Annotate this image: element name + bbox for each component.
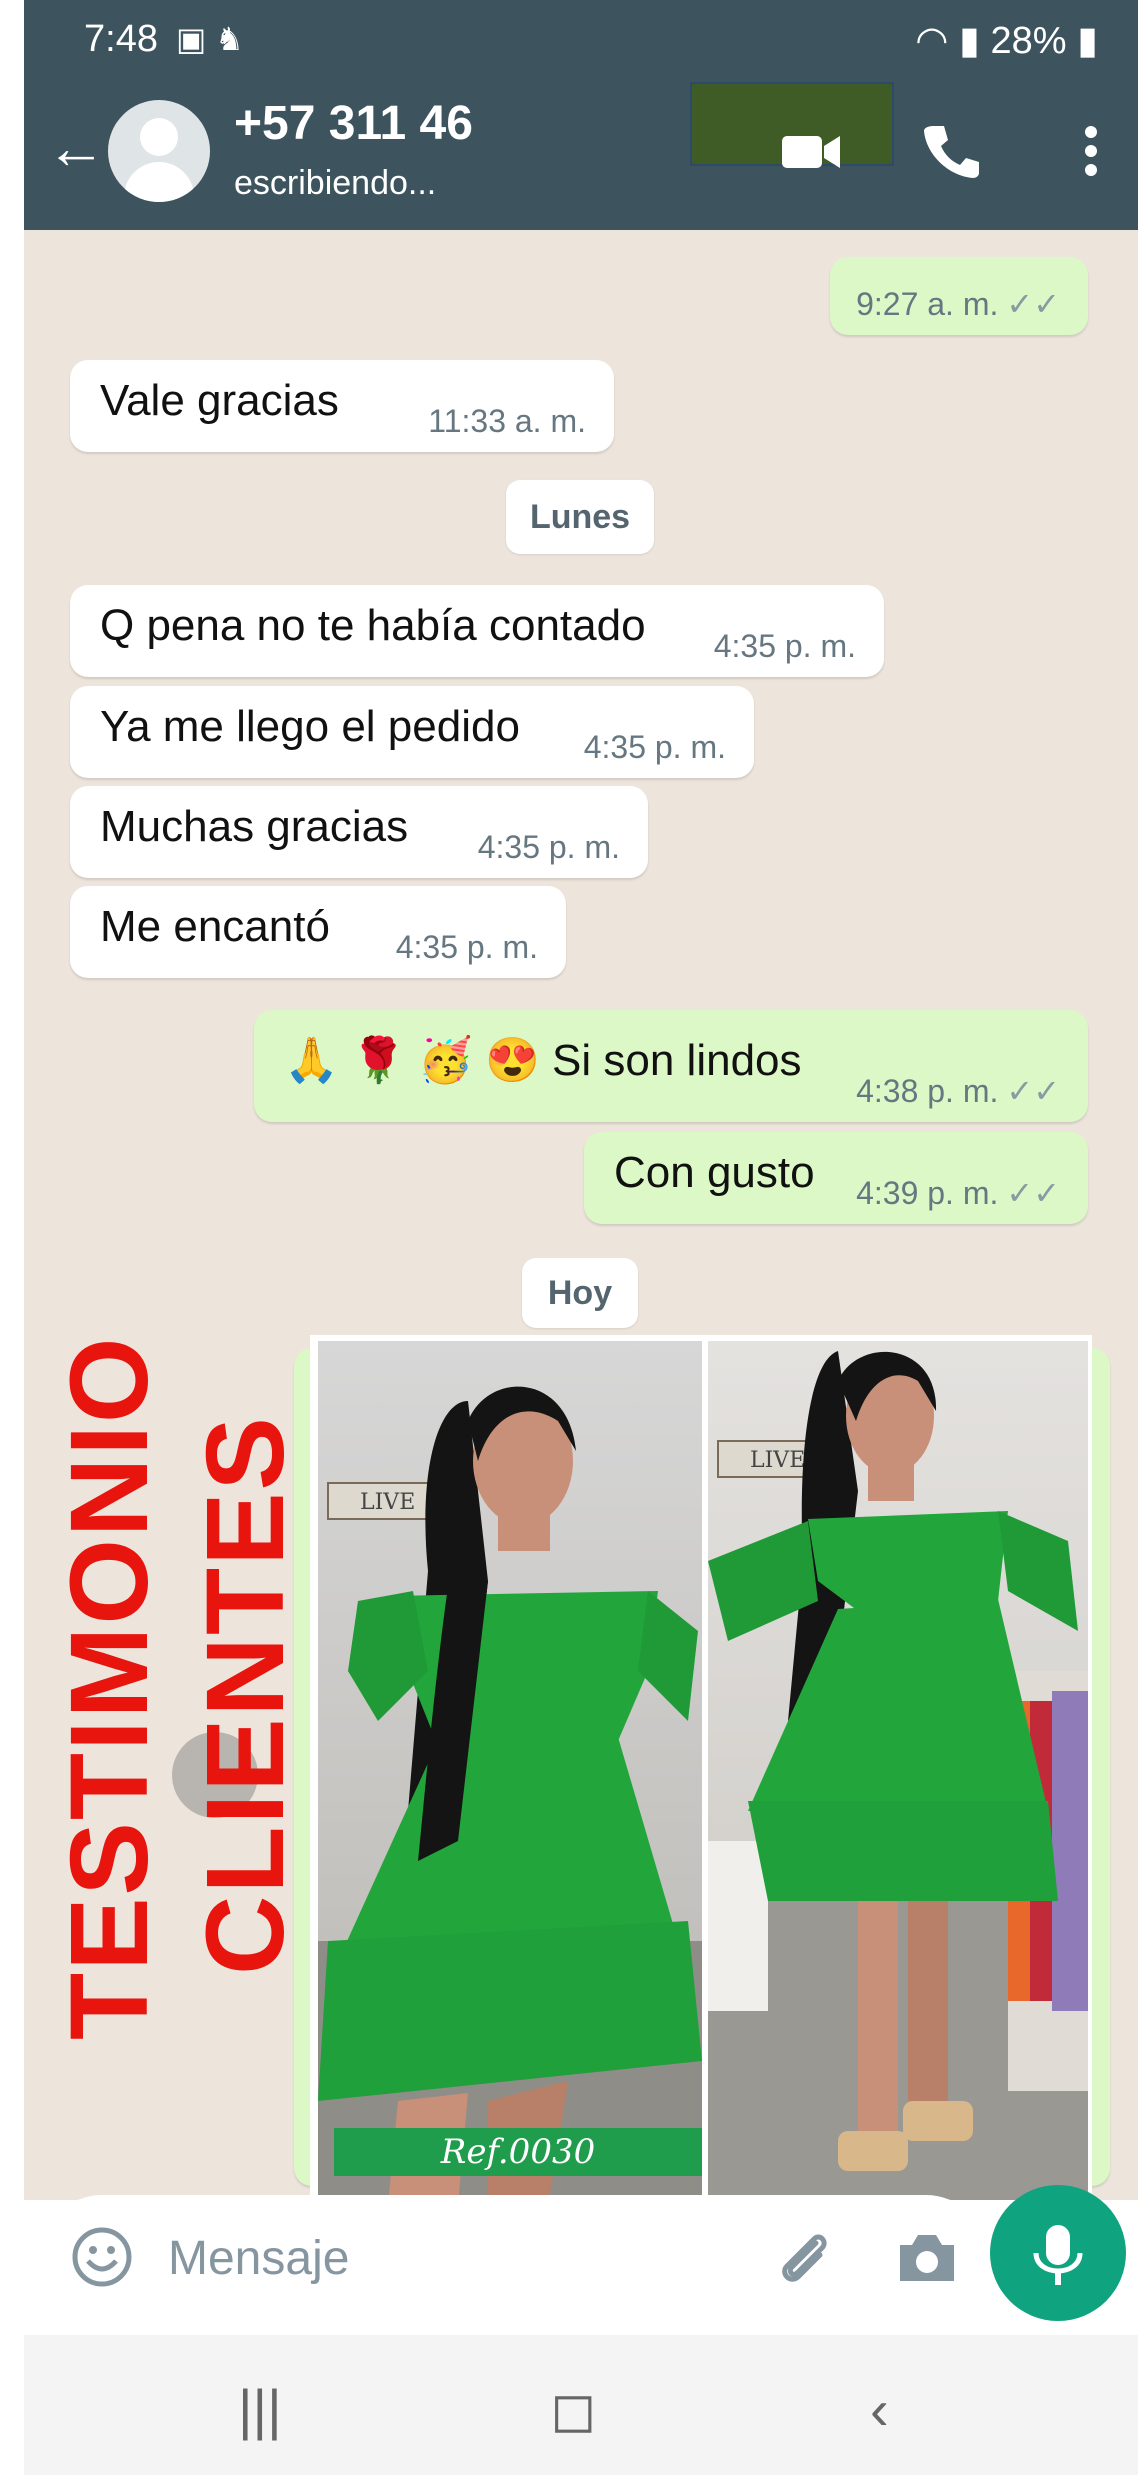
message-time: 4:35 p. m.	[477, 829, 620, 865]
message-bubble-incoming[interactable]: Vale gracias 11:33 a. m.	[70, 360, 614, 452]
message-time: 4:35 p. m.	[713, 628, 856, 664]
message-bubble-incoming[interactable]: Muchas gracias 4:35 p. m.	[70, 786, 648, 878]
message-time: 4:39 p. m.	[856, 1175, 999, 1211]
live-sign-text: LIVE	[750, 1448, 805, 1473]
chat-header: ← +57 311 46 escribiendo...	[24, 78, 1138, 230]
product-photo-left[interactable]: LIVE Ref.0030	[318, 1341, 702, 2200]
message-text: Con gusto	[614, 1148, 815, 1197]
message-meta: 4:38 p. m. ✓✓	[856, 1072, 1060, 1110]
battery-level: 28%	[990, 20, 1067, 62]
message-text: Q pena no te había contado	[100, 601, 646, 650]
system-back-icon[interactable]: ‹	[870, 2377, 889, 2442]
read-ticks-icon: ✓✓	[1006, 1073, 1060, 1109]
product-photo-collage[interactable]: LIVE Ref.0030 LIVE	[310, 1335, 1092, 2200]
message-time: 9:27 a. m.	[856, 286, 999, 322]
message-bubble-incoming[interactable]: Ya me llego el pedido 4:35 p. m.	[70, 686, 754, 778]
avatar[interactable]	[108, 100, 210, 202]
system-nav-bar: ||| ◻ ‹	[24, 2335, 1138, 2475]
message-text: 🙏 🌹 🥳 😍 Si son lindos	[284, 1036, 802, 1085]
overlay-text-clientes: CLIENTES	[184, 1415, 307, 1975]
mic-icon	[1033, 2225, 1083, 2285]
status-right: ◠ ▮ 28% ▮	[915, 18, 1098, 63]
phone-screen: 7:48 ▣ ♞ ◠ ▮ 28% ▮ ← +57 311 46 escribie…	[24, 0, 1138, 2475]
typing-status: escribiendo...	[234, 164, 437, 202]
message-composer[interactable]: Mensaje	[40, 2195, 988, 2319]
contact-name[interactable]: +57 311 46	[234, 82, 894, 166]
message-time: 4:35 p. m.	[395, 929, 538, 965]
message-text: Ya me llego el pedido	[100, 702, 520, 751]
read-ticks-icon: ✓✓	[1006, 286, 1060, 322]
attach-icon[interactable]	[770, 2223, 840, 2293]
mic-button[interactable]	[990, 2185, 1126, 2321]
recent-apps-icon[interactable]: |||	[238, 2377, 282, 2442]
back-arrow-icon[interactable]: ←	[46, 118, 106, 178]
model-photo-right: LIVE	[708, 1351, 1088, 2200]
message-time: 4:38 p. m.	[856, 1073, 999, 1109]
chat-area[interactable]: 9:27 a. m. ✓✓ Vale gracias 11:33 a. m. Lu…	[24, 230, 1138, 2200]
product-ref-label: Ref.0030	[334, 2128, 702, 2176]
message-input[interactable]: Mensaje	[168, 2231, 349, 2286]
message-meta: 4:39 p. m. ✓✓	[856, 1174, 1060, 1212]
notification-icons: ▣ ♞	[176, 21, 244, 57]
message-time: 4:35 p. m.	[583, 729, 726, 765]
overlay-text-testimonio: TESTIMONIO	[48, 1335, 171, 2040]
message-meta: 9:27 a. m. ✓✓	[856, 285, 1060, 323]
read-ticks-icon: ✓✓	[1006, 1175, 1060, 1211]
status-bar: 7:48 ▣ ♞ ◠ ▮ 28% ▮	[24, 0, 1138, 78]
message-bubble-incoming[interactable]: Q pena no te había contado 4:35 p. m.	[70, 585, 884, 677]
status-time: 7:48	[84, 18, 158, 60]
camera-icon[interactable]	[892, 2223, 962, 2293]
message-bubble-outgoing[interactable]: 9:27 a. m. ✓✓	[830, 257, 1088, 335]
home-icon[interactable]: ◻	[550, 2377, 596, 2443]
message-text: Me encantó	[100, 902, 330, 951]
message-bubble-outgoing[interactable]: 🙏 🌹 🥳 😍 Si son lindos 4:38 p. m. ✓✓	[254, 1010, 1088, 1122]
date-separator: Lunes	[506, 480, 654, 554]
message-time: 11:33 a. m.	[428, 403, 586, 439]
phone-icon[interactable]	[916, 116, 986, 186]
video-call-icon[interactable]	[776, 116, 846, 186]
battery-icon: ▮	[1077, 20, 1098, 62]
emoji-icon[interactable]	[70, 2225, 134, 2289]
model-photo-left: LIVE	[318, 1386, 702, 2200]
message-bubble-outgoing[interactable]: Con gusto 4:39 p. m. ✓✓	[584, 1132, 1088, 1224]
message-text: Vale gracias	[100, 376, 339, 425]
signal-icon: ▮	[958, 20, 980, 62]
contact-name-text: +57 311 46	[234, 97, 473, 150]
message-bubble-incoming[interactable]: Me encantó 4:35 p. m.	[70, 886, 566, 978]
wifi-icon: ◠	[915, 20, 949, 62]
date-separator: Hoy	[522, 1258, 638, 1328]
product-photo-right[interactable]: LIVE	[708, 1341, 1088, 2200]
menu-dots-icon[interactable]	[1056, 116, 1126, 186]
live-sign-text: LIVE	[360, 1490, 415, 1515]
message-text: Muchas gracias	[100, 802, 409, 851]
